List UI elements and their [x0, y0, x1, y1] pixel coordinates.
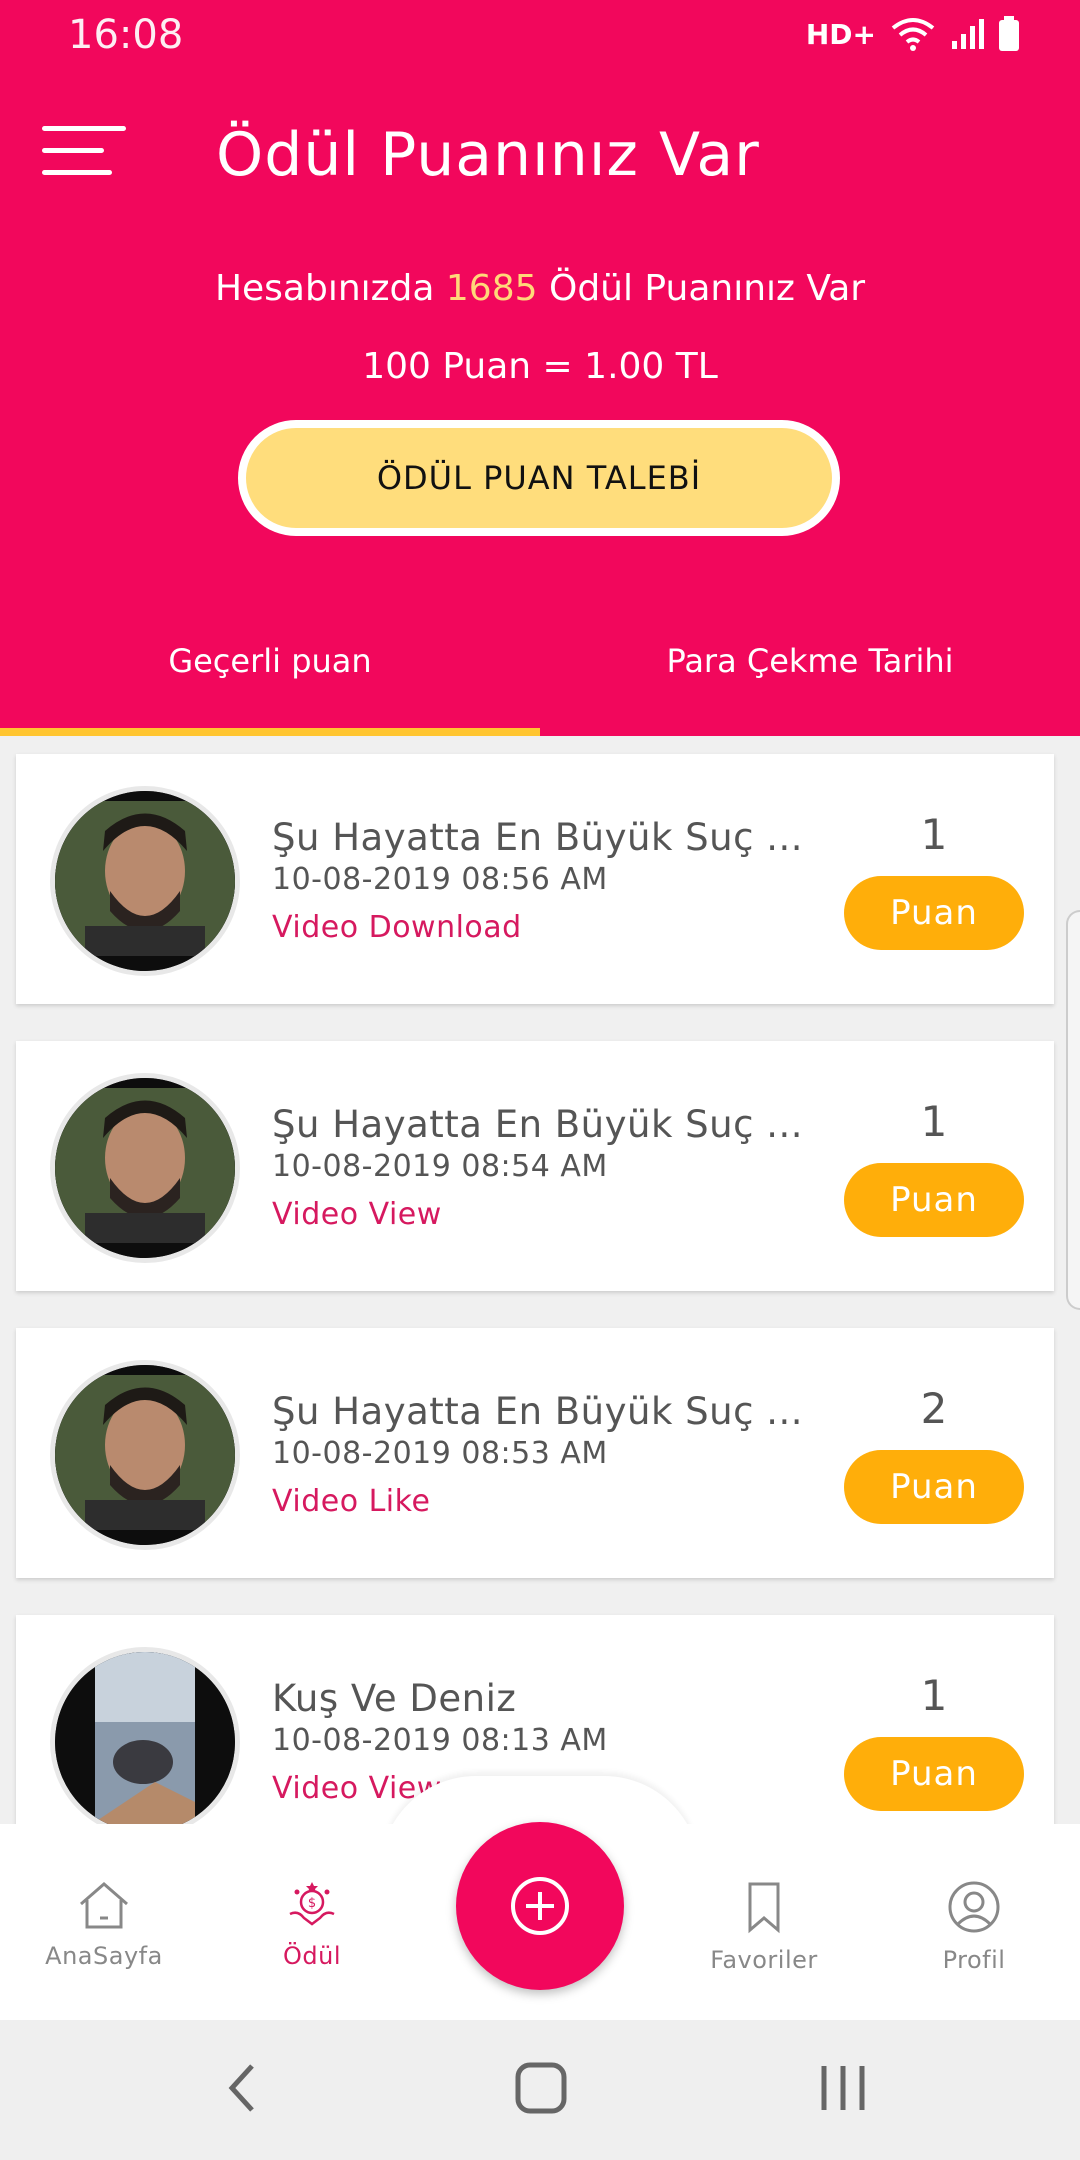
balance-prefix: Hesabınızda [214, 268, 435, 309]
nav-profile[interactable]: Profil [884, 1880, 1064, 1974]
video-thumbnail [50, 1073, 240, 1263]
system-navigation-bar [0, 2020, 1080, 2160]
item-title: Şu Hayatta En Büyük Suç ... [272, 1390, 803, 1433]
scrollbar[interactable] [1066, 910, 1080, 1310]
tab-valid-points[interactable]: Geçerli puan [0, 642, 540, 680]
status-icons: HD+ [806, 16, 1020, 52]
nav-favorites[interactable]: Favoriler [674, 1880, 854, 1974]
item-points: 1 [920, 810, 948, 859]
header: 16:08 HD+ Ödül Puanınız Var Hesabınızda … [0, 0, 1080, 736]
item-title: Kuş Ve Deniz [272, 1677, 517, 1720]
item-activity-type: Video View [272, 1197, 442, 1232]
plus-circle-icon [511, 1877, 569, 1935]
nav-profile-label: Profil [942, 1946, 1006, 1974]
wifi-icon [891, 18, 935, 51]
list-item[interactable]: Şu Hayatta En Büyük Suç ... 10-08-2019 0… [16, 1041, 1054, 1291]
signal-icon [952, 19, 984, 49]
item-title: Şu Hayatta En Büyük Suç ... [272, 816, 803, 859]
nav-reward[interactable]: $ Ödül [222, 1880, 402, 1970]
item-activity-type: Video Like [272, 1484, 431, 1519]
conversion-rate: 100 Puan = 1.00 TL [362, 346, 718, 387]
item-date: 10-08-2019 08:53 AM [272, 1436, 608, 1471]
nav-home-label: AnaSayfa [45, 1942, 163, 1970]
points-button[interactable]: Puan [844, 1163, 1024, 1237]
item-date: 10-08-2019 08:13 AM [272, 1723, 608, 1758]
active-tab-indicator [0, 728, 540, 736]
reward-icon: $ [289, 1882, 335, 1926]
tab-withdraw-history[interactable]: Para Çekme Tarihi [540, 642, 1080, 680]
video-thumbnail [50, 1360, 240, 1550]
list-item[interactable]: Şu Hayatta En Büyük Suç ... 10-08-2019 0… [16, 1328, 1054, 1578]
item-points: 1 [920, 1097, 948, 1146]
user-avatar-icon [948, 1881, 1000, 1933]
add-button[interactable] [456, 1822, 624, 1990]
nav-favorites-label: Favoriler [710, 1946, 818, 1974]
bookmark-icon [748, 1882, 780, 1934]
list-item[interactable]: Şu Hayatta En Büyük Suç ... 10-08-2019 0… [16, 754, 1054, 1004]
balance-suffix: Ödül Puanınız Var [548, 268, 866, 309]
points-button[interactable]: Puan [844, 1737, 1024, 1811]
nav-reward-label: Ödül [282, 1942, 341, 1970]
back-icon[interactable] [222, 2060, 262, 2116]
claim-reward-button[interactable]: ÖDÜL PUAN TALEBİ [238, 420, 840, 536]
points-button[interactable]: Puan [844, 1450, 1024, 1524]
svg-text:$: $ [308, 1896, 316, 1911]
points-button[interactable]: Puan [844, 876, 1024, 950]
network-label: HD+ [805, 17, 876, 51]
hamburger-menu-icon[interactable] [42, 124, 126, 180]
item-points: 1 [920, 1671, 948, 1720]
item-activity-type: Video Download [272, 910, 522, 945]
balance-points: 1685 [445, 268, 538, 309]
item-title: Şu Hayatta En Büyük Suç ... [272, 1103, 803, 1146]
app-root: 16:08 HD+ Ödül Puanınız Var Hesabınızda … [0, 0, 1080, 2160]
item-date: 10-08-2019 08:54 AM [272, 1149, 608, 1184]
home-button-icon[interactable] [514, 2060, 568, 2116]
status-bar: 16:08 HD+ [0, 0, 1080, 74]
item-points: 2 [920, 1384, 948, 1433]
video-thumbnail [50, 1647, 240, 1824]
balance-text: Hesabınızda 1685 Ödül Puanınız Var [0, 268, 1080, 309]
battery-icon [999, 16, 1019, 51]
item-date: 10-08-2019 08:56 AM [272, 862, 608, 897]
status-time: 16:08 [68, 12, 184, 58]
video-thumbnail [50, 786, 240, 976]
points-list[interactable]: Şu Hayatta En Büyük Suç ... 10-08-2019 0… [0, 736, 1080, 1824]
recent-apps-icon[interactable] [818, 2060, 868, 2116]
nav-home[interactable]: AnaSayfa [14, 1880, 194, 1970]
home-icon [80, 1882, 128, 1929]
page-title: Ödül Puanınız Var [216, 120, 760, 190]
